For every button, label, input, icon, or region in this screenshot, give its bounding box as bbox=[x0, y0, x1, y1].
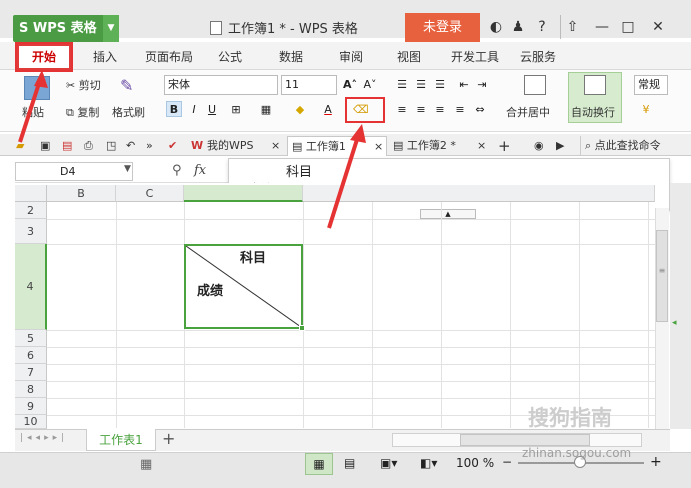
annotation-arrows bbox=[18, 70, 366, 229]
